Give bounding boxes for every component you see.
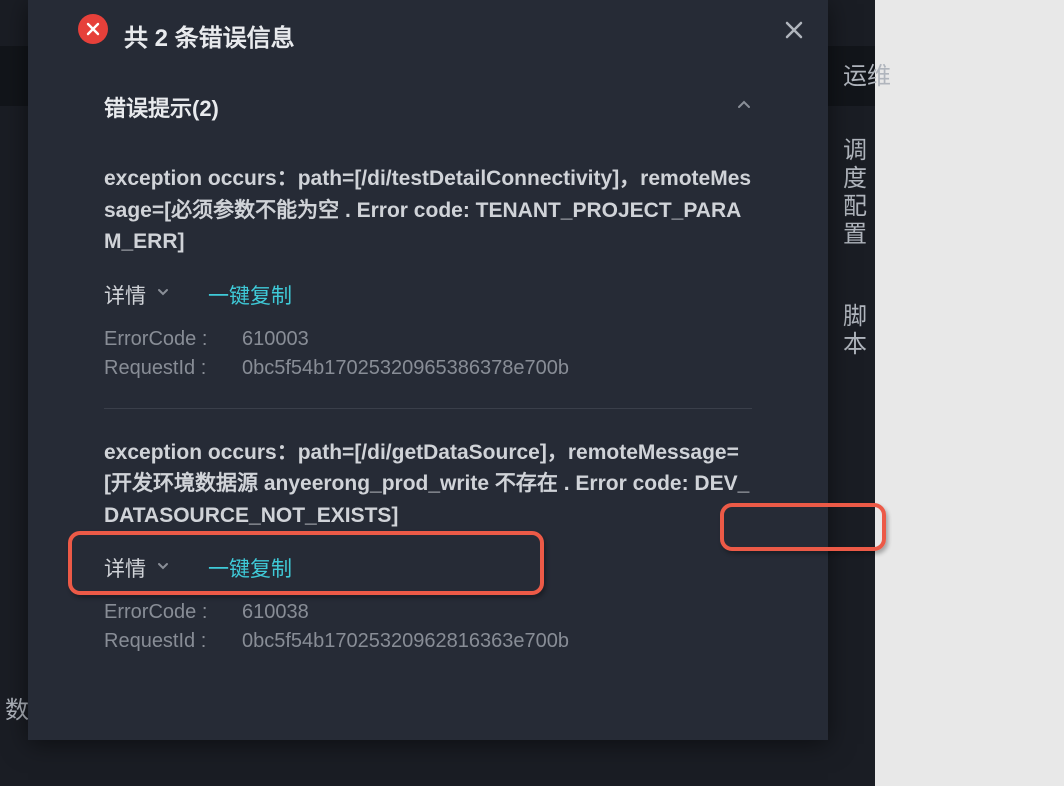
error-message: exception occurs：path=[/di/getDataSource… <box>104 437 752 532</box>
details-toggle-label[interactable]: 详情 <box>104 280 146 310</box>
dialog-header: 共 2 条错误信息 <box>28 0 828 71</box>
bg-text: 置 <box>843 214 867 249</box>
section-title: 错误提示(2) <box>104 91 219 123</box>
expand-icon[interactable] <box>156 285 170 304</box>
error-code-row: ErrorCode : 610038 <box>104 601 752 624</box>
error-icon <box>78 14 108 44</box>
copy-button[interactable]: 一键复制 <box>208 280 292 310</box>
expand-icon[interactable] <box>156 559 170 578</box>
error-code-value: 610038 <box>242 601 309 624</box>
section-header[interactable]: 错误提示(2) <box>104 91 752 123</box>
dialog-title: 共 2 条错误信息 <box>124 18 295 53</box>
close-button[interactable] <box>782 18 806 42</box>
details-row: 详情 一键复制 <box>104 553 752 583</box>
error-code-value: 610003 <box>242 328 309 351</box>
request-id-row: RequestId : 0bc5f54b17025320965386378e70… <box>104 357 752 380</box>
bg-text: 运维 <box>843 56 891 91</box>
request-id-label: RequestId : <box>104 357 222 380</box>
request-id-label: RequestId : <box>104 630 222 653</box>
error-item: exception occurs：path=[/di/testDetailCon… <box>104 163 752 380</box>
error-item: exception occurs：path=[/di/getDataSource… <box>104 437 752 654</box>
collapse-icon[interactable] <box>736 97 752 118</box>
close-icon <box>784 20 804 40</box>
request-id-row: RequestId : 0bc5f54b17025320962816363e70… <box>104 630 752 653</box>
error-code-label: ErrorCode : <box>104 601 222 624</box>
details-toggle-label[interactable]: 详情 <box>104 553 146 583</box>
dialog-body: 错误提示(2) exception occurs：path=[/di/testD… <box>28 71 828 653</box>
request-id-value: 0bc5f54b17025320965386378e700b <box>242 357 569 380</box>
bg-text: 本 <box>843 324 867 359</box>
request-id-value: 0bc5f54b17025320962816363e700b <box>242 630 569 653</box>
error-code-row: ErrorCode : 610003 <box>104 328 752 351</box>
error-message: exception occurs：path=[/di/testDetailCon… <box>104 163 752 258</box>
error-dialog: 共 2 条错误信息 错误提示(2) exception occurs：path=… <box>28 0 828 740</box>
copy-button[interactable]: 一键复制 <box>208 553 292 583</box>
details-row: 详情 一键复制 <box>104 280 752 310</box>
divider <box>104 408 752 409</box>
error-code-label: ErrorCode : <box>104 328 222 351</box>
